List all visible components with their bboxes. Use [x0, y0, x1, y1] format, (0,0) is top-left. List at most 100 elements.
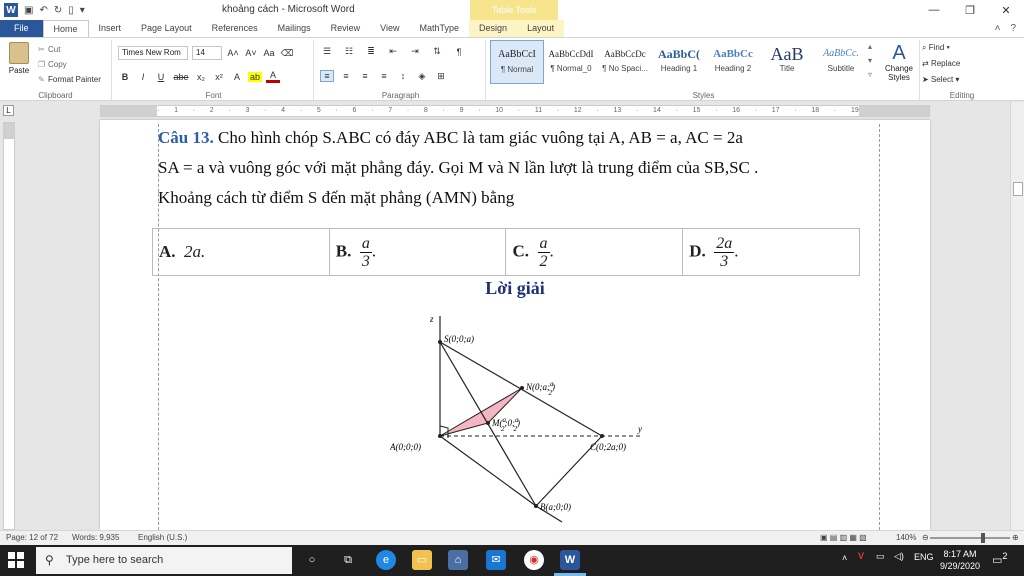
antivirus-icon[interactable]: V — [858, 551, 864, 561]
file-explorer-icon[interactable]: ▭ — [412, 550, 432, 570]
sort-icon[interactable]: ⇅ — [430, 46, 444, 57]
zoom-slider-knob[interactable] — [981, 533, 986, 543]
change-styles-button[interactable]: A Change Styles — [878, 40, 920, 84]
style-title[interactable]: AaB Title — [760, 40, 814, 84]
network-icon[interactable]: ▭ — [876, 551, 885, 562]
superscript-button[interactable]: x² — [212, 72, 226, 82]
horizontal-ruler[interactable]: · 1 · 2 · 3 · 4 · 5 · 6 · 7 · 8 · 9 · 10 · 11 · 12 · 13 · 14 · 15 · 16 ·… — [100, 105, 930, 117]
tab-layout[interactable]: Layout — [517, 20, 565, 37]
answer-a[interactable]: A. 2a. — [152, 228, 330, 276]
store-icon[interactable]: ⌂ — [448, 550, 468, 570]
tab-file[interactable]: File — [0, 20, 43, 37]
style-heading-1[interactable]: AaBbC( Heading 1 — [652, 40, 706, 84]
notifications-icon[interactable]: ▭2 — [992, 551, 1008, 567]
redo-icon[interactable]: ↻ — [54, 5, 62, 16]
vertical-scrollbar[interactable] — [1010, 102, 1024, 530]
italic-button[interactable]: I — [136, 72, 150, 82]
tab-mathtype[interactable]: MathType — [410, 20, 470, 37]
shrink-font-button[interactable]: A˅ — [244, 48, 258, 58]
borders-icon[interactable]: ⊞ — [434, 71, 448, 82]
text-effects-icon[interactable]: A — [230, 72, 244, 82]
restore-icon[interactable]: ❐ — [952, 0, 988, 20]
style-normal[interactable]: AaBbCcI ¶ Normal — [490, 40, 544, 84]
cortana-icon[interactable]: ○ — [302, 550, 322, 570]
justify-icon[interactable]: ≡ — [377, 71, 391, 81]
shading-icon[interactable]: ◈ — [415, 71, 429, 82]
tab-view[interactable]: View — [370, 20, 409, 37]
tab-insert[interactable]: Insert — [89, 20, 132, 37]
tab-selector[interactable]: L — [3, 105, 14, 116]
start-button[interactable] — [8, 552, 24, 568]
font-name-combo[interactable]: Times New Rom — [118, 46, 188, 60]
find-button[interactable]: ⌕ Find ▾ — [922, 40, 960, 56]
style-no-spacing[interactable]: AaBbCcDc ¶ No Spaci... — [598, 40, 652, 84]
subscript-button[interactable]: x₂ — [194, 72, 208, 82]
word-logo-icon[interactable]: W — [4, 3, 18, 17]
edge-browser-icon[interactable]: e — [376, 550, 396, 570]
tab-review[interactable]: Review — [321, 20, 371, 37]
multilevel-list-icon[interactable]: ≣ — [364, 46, 378, 57]
style-normal-0[interactable]: AaBbCcDdI ¶ Normal_0 — [544, 40, 598, 84]
answer-b[interactable]: B. a3. — [328, 228, 507, 276]
chrome-icon[interactable]: ◉ — [524, 550, 544, 570]
save-icon[interactable]: ▣ — [24, 5, 33, 16]
zoom-level[interactable]: 140% — [896, 533, 916, 542]
clear-formatting-icon[interactable]: ⌫ — [280, 48, 294, 59]
strikethrough-button[interactable]: abe — [172, 72, 190, 82]
vertical-ruler[interactable] — [3, 122, 15, 530]
tab-home[interactable]: Home — [42, 20, 89, 37]
format-painter-button[interactable]: ✎ Format Painter — [38, 72, 101, 87]
numbering-icon[interactable]: ☷ — [342, 46, 356, 57]
zoom-in-icon[interactable]: ⊕ — [1012, 533, 1019, 542]
line-spacing-icon[interactable]: ↕ — [396, 71, 410, 81]
show-marks-icon[interactable]: ¶ — [452, 47, 466, 57]
style-subtitle[interactable]: AaBbCc. Subtitle — [814, 40, 868, 84]
align-center-icon[interactable]: ≡ — [339, 71, 353, 81]
tab-page-layout[interactable]: Page Layout — [131, 20, 202, 37]
customize-qat-icon[interactable]: ▾ — [80, 5, 85, 16]
word-count[interactable]: Words: 9,935 — [72, 533, 119, 542]
page-count[interactable]: Page: 12 of 72 — [6, 533, 58, 542]
answer-d[interactable]: D. 2a 3. — [682, 228, 860, 276]
view-buttons-icon[interactable]: ▣ ▤ ▥ ▦ ▧ — [820, 533, 867, 542]
highlight-button[interactable]: ab — [248, 71, 262, 82]
decrease-indent-icon[interactable]: ⇤ — [386, 46, 400, 57]
tab-design[interactable]: Design — [469, 20, 518, 37]
task-view-icon[interactable]: ⧉ — [338, 550, 358, 570]
zoom-slider[interactable] — [930, 533, 1010, 543]
tray-overflow-icon[interactable]: ˄ — [842, 553, 847, 563]
underline-button[interactable]: U — [154, 72, 168, 82]
help-icon[interactable]: ? — [1010, 20, 1016, 37]
cut-button[interactable]: ✂ Cut — [38, 42, 101, 57]
minimize-icon[interactable]: — — [916, 0, 952, 20]
change-case-button[interactable]: Aa — [262, 48, 276, 58]
mail-icon[interactable]: ✉ — [486, 550, 506, 570]
copy-button[interactable]: ❐ Copy — [38, 57, 101, 72]
new-document-icon[interactable]: ▯ — [68, 5, 74, 16]
tab-mailings[interactable]: Mailings — [268, 20, 321, 37]
increase-indent-icon[interactable]: ⇥ — [408, 46, 422, 57]
select-button[interactable]: ➤ Select ▾ — [922, 72, 960, 88]
document-page[interactable]: Câu 13. Cho hình chóp S.ABC có đáy ABC l… — [100, 120, 930, 530]
align-left-icon[interactable]: ≡ — [320, 70, 334, 82]
language-indicator[interactable]: English (U.S.) — [138, 533, 187, 542]
paste-button[interactable]: Paste — [6, 42, 32, 75]
taskbar-search[interactable]: ⚲ Type here to search — [36, 547, 292, 574]
font-color-button[interactable]: A — [266, 70, 280, 83]
replace-button[interactable]: ⇄ Replace — [922, 56, 960, 72]
answer-c[interactable]: C. a2. — [505, 228, 684, 276]
volume-icon[interactable]: ◁) — [894, 551, 904, 562]
font-size-combo[interactable]: 14 — [192, 46, 222, 60]
bullets-icon[interactable]: ☰ — [320, 46, 334, 57]
style-heading-2[interactable]: AaBbCc Heading 2 — [706, 40, 760, 84]
clock[interactable]: 8:17 AM 9/29/2020 — [940, 548, 980, 572]
scroll-thumb[interactable] — [1013, 182, 1023, 196]
close-icon[interactable]: ✕ — [988, 0, 1024, 20]
undo-icon[interactable]: ↶ — [39, 5, 47, 16]
align-right-icon[interactable]: ≡ — [358, 71, 372, 81]
zoom-out-icon[interactable]: ⊖ — [922, 533, 929, 542]
grow-font-button[interactable]: A˄ — [226, 48, 240, 58]
tab-references[interactable]: References — [202, 20, 268, 37]
bold-button[interactable]: B — [118, 72, 132, 82]
minimize-ribbon-icon[interactable]: ˄ — [995, 20, 1001, 37]
